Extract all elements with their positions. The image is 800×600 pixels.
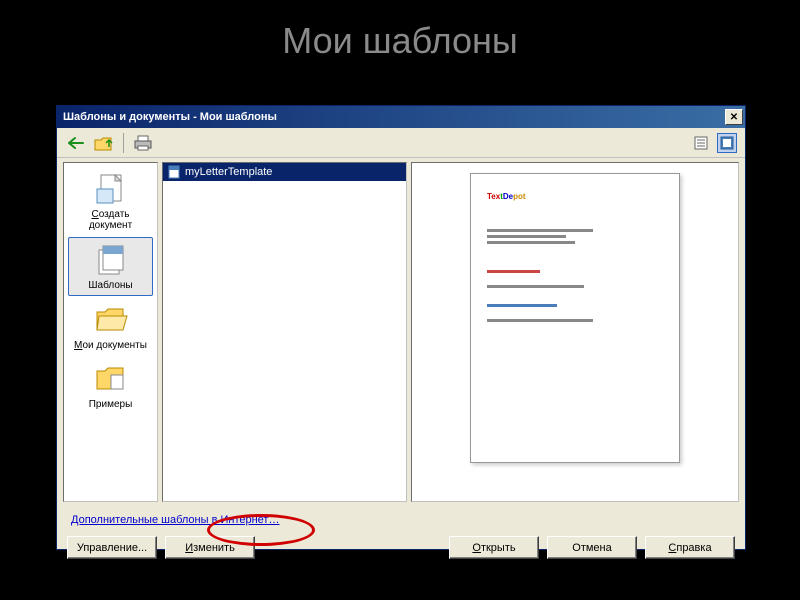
sidebar-item-mydocs[interactable]: Мои документы bbox=[68, 298, 153, 355]
button-row: Управление... Изменить Открыть Отмена Сп… bbox=[57, 532, 745, 569]
more-templates-link[interactable]: Дополнительные шаблоны в Интернет… bbox=[71, 514, 279, 526]
template-file-icon bbox=[167, 165, 181, 179]
templates-icon bbox=[93, 242, 129, 278]
preview-body-lines bbox=[487, 229, 663, 322]
sidebar-item-label: Мои документы bbox=[74, 340, 147, 351]
list-item-label: myLetterTemplate bbox=[185, 166, 272, 178]
preview-page: TextDepot bbox=[470, 173, 680, 463]
dialog-body: Создать документ Шаблоны Мои документы П… bbox=[57, 158, 745, 506]
sidebar: Создать документ Шаблоны Мои документы П… bbox=[63, 162, 158, 502]
titlebar-text: Шаблоны и документы - Мои шаблоны bbox=[63, 111, 725, 123]
sidebar-item-examples[interactable]: Примеры bbox=[68, 357, 153, 414]
manage-button[interactable]: Управление... bbox=[67, 536, 157, 559]
print-button[interactable] bbox=[132, 132, 154, 154]
sidebar-item-newdoc[interactable]: Создать документ bbox=[68, 167, 153, 235]
cancel-button[interactable]: Отмена bbox=[547, 536, 637, 559]
template-list: myLetterTemplate bbox=[162, 162, 407, 502]
sidebar-item-templates[interactable]: Шаблоны bbox=[68, 237, 153, 296]
help-button[interactable]: Справка bbox=[645, 536, 735, 559]
list-view-toggle[interactable] bbox=[691, 133, 711, 153]
back-button[interactable] bbox=[65, 132, 87, 154]
templates-dialog: Шаблоны и документы - Мои шаблоны ✕ Созд… bbox=[56, 105, 746, 550]
up-button[interactable] bbox=[93, 132, 115, 154]
preview-view-toggle[interactable] bbox=[717, 133, 737, 153]
titlebar: Шаблоны и документы - Мои шаблоны ✕ bbox=[57, 106, 745, 128]
list-item[interactable]: myLetterTemplate bbox=[163, 163, 406, 181]
document-icon bbox=[93, 171, 129, 207]
folder-open-icon bbox=[93, 302, 129, 338]
sidebar-item-label: Примеры bbox=[89, 399, 133, 410]
close-button[interactable]: ✕ bbox=[725, 109, 743, 125]
link-row: Дополнительные шаблоны в Интернет… bbox=[57, 506, 745, 532]
slide-title: Мои шаблоны bbox=[0, 0, 800, 77]
toolbar bbox=[57, 128, 745, 158]
preview-logo: TextDepot bbox=[487, 192, 663, 201]
folder-icon bbox=[93, 361, 129, 397]
preview-panel: TextDepot bbox=[411, 162, 739, 502]
open-button[interactable]: Открыть bbox=[449, 536, 539, 559]
sidebar-item-label: Создать документ bbox=[70, 209, 151, 231]
sidebar-item-label: Шаблоны bbox=[88, 280, 132, 291]
edit-button[interactable]: Изменить bbox=[165, 536, 255, 559]
toolbar-separator bbox=[123, 133, 124, 153]
